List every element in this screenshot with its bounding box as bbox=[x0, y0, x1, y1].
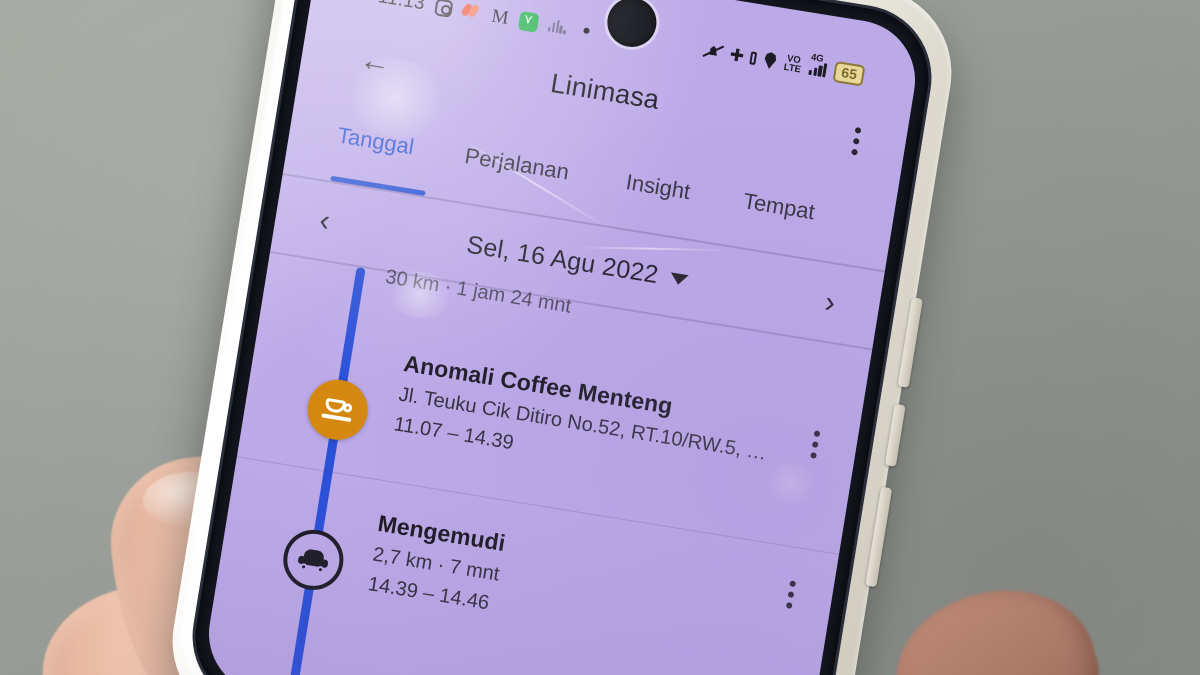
signal-icon: 4G bbox=[808, 52, 828, 78]
previous-day-button[interactable]: ‹ bbox=[317, 204, 332, 238]
list-item-text: Mengemudi 2,7 km · 7 mnt 14.39 – 14.46 bbox=[366, 510, 749, 656]
car-icon bbox=[278, 525, 348, 595]
status-bar-right: ✚ VO LTE 4G 65 bbox=[703, 39, 866, 87]
tab-insight[interactable]: Insight bbox=[624, 161, 693, 205]
battery-icon: 65 bbox=[832, 60, 866, 87]
instagram-icon bbox=[434, 0, 454, 18]
gmail-icon: M bbox=[490, 5, 511, 29]
next-day-button[interactable]: › bbox=[823, 286, 838, 320]
bluetooth-icon: ✚ bbox=[728, 44, 746, 66]
notification-dot-icon bbox=[583, 27, 590, 35]
green-app-icon bbox=[517, 10, 540, 33]
phone-bezel: 11.13 M ✚ bbox=[185, 0, 939, 675]
coffee-icon bbox=[303, 375, 373, 445]
tab-tempat[interactable]: Tempat bbox=[741, 180, 818, 225]
date-selector[interactable]: Sel, 16 Agu 2022 bbox=[465, 230, 690, 294]
tab-tanggal[interactable]: Tanggal bbox=[335, 115, 417, 161]
thumb bbox=[878, 567, 1112, 675]
phone-device: 11.13 M ✚ bbox=[160, 0, 964, 675]
mute-icon bbox=[703, 41, 724, 62]
date-label: Sel, 16 Agu 2022 bbox=[464, 230, 661, 289]
bluetooth-battery-icon bbox=[748, 50, 757, 65]
location-pin-icon bbox=[762, 51, 778, 70]
photo-scene: 11.13 M ✚ bbox=[0, 0, 1200, 675]
tab-perjalanan[interactable]: Perjalanan bbox=[463, 135, 572, 185]
status-bar-clock: 11.13 bbox=[376, 0, 427, 15]
heart-icon bbox=[460, 2, 482, 22]
audio-wave-icon bbox=[547, 18, 568, 35]
list-item-text: Anomali Coffee Menteng Jl. Teuku Cik Dit… bbox=[392, 350, 775, 496]
volte-icon: VO LTE bbox=[782, 53, 802, 76]
list-item-overflow-icon[interactable] bbox=[810, 430, 821, 459]
chevron-down-icon bbox=[669, 271, 689, 286]
list-item-overflow-icon[interactable] bbox=[785, 580, 797, 609]
phone-screen: 11.13 M ✚ bbox=[200, 0, 924, 675]
